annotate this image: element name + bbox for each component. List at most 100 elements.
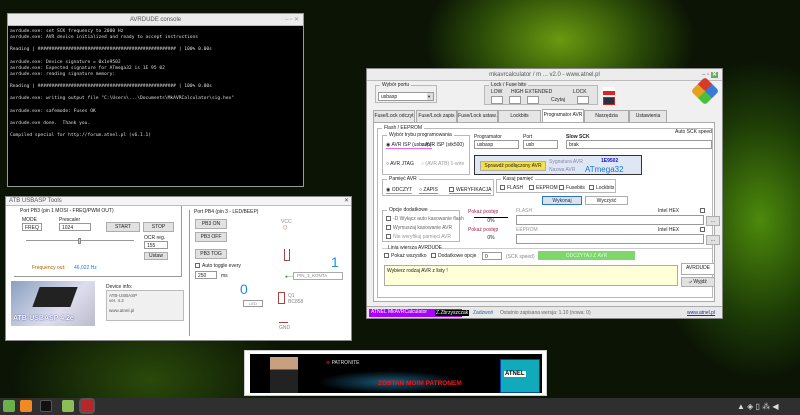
flash-browse-button[interactable]: ... [706, 216, 720, 226]
mode-radio-stk500[interactable]: ○ AVR ISP (stk500) [421, 142, 464, 148]
extra-opt-3[interactable]: Nie weryfikuj pamięci AVR [386, 234, 451, 240]
fuse-ext-input[interactable] [527, 96, 539, 104]
extra-opt-2[interactable]: Wymuszaj kasowanie AVR [386, 225, 452, 231]
auto-toggle-check[interactable]: Auto toggle every [195, 263, 241, 269]
tab-0[interactable]: Fuse/Lock odczyt [373, 110, 415, 122]
avrdude-console-window: AVRDUDE console – ▫ ✕ avrdude.exe: set S… [7, 13, 304, 187]
console-title: AVRDUDE console [129, 17, 182, 23]
read-avr-button[interactable]: ODCZYTAJ Z AVR [538, 251, 635, 260]
transistor-icon [278, 292, 285, 304]
detect-avr-button[interactable]: Sprawdź podłączony AVR [480, 161, 546, 171]
start-button[interactable]: START [106, 222, 140, 232]
auto-sck-checkbox[interactable]: Auto SCK speed [675, 129, 712, 135]
status-link[interactable]: Zadzwoń [473, 310, 493, 316]
main-titlebar[interactable]: mkavrcalculator / m ... v2.0 - www.atnel… [367, 69, 722, 81]
exit-button[interactable]: ⤶ Wyjdź [681, 277, 715, 287]
flash-progress: 0% [474, 217, 508, 224]
memory-group: Pamięć AVR ◉ ODCZYT ○ ZAPIS WERYFIKACJA [382, 176, 494, 196]
patronite-banner[interactable]: ⊛ PATRONITE ZOSTAŃ MOIM PATRONEM ATNEL [244, 350, 547, 396]
tab-1[interactable]: Fuse/Lock zapis [416, 110, 457, 122]
programmer-select[interactable]: usbasp [474, 140, 519, 149]
avrdude-button[interactable]: AVRDUDE [681, 263, 715, 275]
firefox-icon[interactable] [20, 400, 32, 412]
app-icon[interactable] [79, 398, 95, 414]
eeprom-file-input[interactable] [516, 234, 704, 244]
site-link[interactable]: www.atnel.pl [687, 310, 715, 316]
status-bar: ATNEL MkAVRCalculator Z.Zbrzyszczak Zadz… [367, 306, 722, 318]
tab-4[interactable]: Programator AVR [542, 109, 584, 122]
erase-eeprom-check[interactable]: EEPROM [529, 185, 558, 191]
mode-group: Wybór trybu programowania ◉ AVR ISP (usb… [382, 132, 470, 175]
erase-fuse-check[interactable]: Fusebits [559, 185, 585, 191]
auto-interval-input[interactable]: 250 [195, 271, 217, 279]
mode-radio-1wire[interactable]: ○ (AVR ATB) 1-wire [421, 161, 464, 167]
polish-flag-icon[interactable] [603, 87, 615, 95]
port-select[interactable]: usbasp ▼ [378, 92, 434, 101]
eeprom-progress: 0% [487, 235, 495, 241]
mint-menu-icon[interactable] [3, 400, 15, 412]
state-zero: 0 [240, 281, 248, 297]
memory-read-radio[interactable]: ◉ ODCZYT [386, 187, 413, 194]
pb-off-button[interactable]: PB3 OFF [195, 232, 227, 242]
ocr-input[interactable]: 155 [144, 241, 168, 249]
tab-5[interactable]: Narzędzia [584, 110, 629, 122]
usbasp-device-image: ATB-USBASP 4.2e [11, 281, 95, 326]
mkavrcalculator-window: mkavrcalculator / m ... v2.0 - www.atnel… [366, 68, 723, 319]
uk-flag-icon[interactable] [603, 97, 615, 105]
port-sel[interactable]: usb [523, 140, 558, 149]
close-icon[interactable]: ✕ [344, 197, 349, 206]
tab-3[interactable]: Lockbits [498, 110, 541, 122]
eeprom-hex-check[interactable]: Intel HEX [658, 227, 679, 233]
tab-panel: Flash / EEPROM Wybór trybu programowania… [373, 122, 720, 302]
usbasp-tools-window: ATB USBASP Tools ✕ Port PB3 (pin 1 MOSI -… [5, 196, 352, 341]
vcc-symbol-icon: ⬡ [283, 225, 288, 231]
tab-6[interactable]: Ustawienia [629, 110, 667, 122]
prog-group: Flash / EEPROM Wybór trybu programowania… [377, 125, 720, 298]
terminal-icon[interactable] [40, 400, 52, 412]
memory-write-radio[interactable]: ○ ZAPIS [419, 187, 438, 194]
extra-opt-1[interactable]: -D Wyłącz auto kasowanie flash [386, 216, 464, 222]
set-button[interactable]: Ustaw [144, 252, 168, 260]
main-title: mkavrcalculator / m ... v2.0 - www.atnel… [489, 72, 600, 78]
stop-button[interactable]: STOP [143, 222, 174, 232]
app-logo-icon [690, 76, 720, 106]
mode-radio-jtag[interactable]: ○ AVR JTAG [386, 161, 414, 167]
memory-verify-check[interactable]: WERYFIKACJA [449, 187, 492, 194]
device-info-box: ATB-USBASP ver. 4.2 www.atnel.pl [106, 290, 184, 321]
ocr-slider[interactable] [26, 238, 134, 244]
tray-icons[interactable]: ▲ ◈ ▯ ⁂ ◀ [737, 402, 779, 411]
taskbar: ▲ ◈ ▯ ⁂ ◀ [0, 398, 800, 415]
pb-on-button[interactable]: PB3 ON [195, 219, 227, 229]
fuse-group: Lock / Fuse bits LOW HIGH EXTENDED LOCK Czy… [484, 82, 598, 105]
prescaler-select[interactable]: 1024 [59, 223, 91, 231]
extra-options-group: Opcje dodatkowe -D Wyłącz auto kasowanie… [382, 207, 464, 242]
mode-select[interactable]: FREQ [22, 223, 42, 231]
pb-toggle-button[interactable]: PB3 TOG [195, 249, 227, 259]
erase-lock-check[interactable]: Lockbits [589, 185, 614, 191]
eeprom-browse-button[interactable]: ... [706, 235, 720, 245]
fuse-high-input[interactable] [509, 96, 521, 104]
person-image [270, 357, 298, 393]
message-box: Wybierz rodzaj AVR z listy ! [384, 265, 678, 286]
sck-select[interactable]: brak [566, 140, 712, 149]
window-controls-icon[interactable]: – ▫ ✕ [285, 14, 299, 26]
port-group: Wybór portu usbasp ▼ [375, 82, 437, 103]
clear-button[interactable]: Wyczyść [585, 196, 628, 205]
files-icon[interactable] [62, 400, 74, 412]
state-one: 1 [331, 254, 339, 270]
erase-group: Kasuj pamięć FLASH EEPROM Fusebits Lockb… [496, 176, 616, 193]
verbose-check[interactable]: Pokaż wszystko [384, 253, 427, 259]
erase-flash-check[interactable]: FLASH [500, 185, 523, 191]
console-output: avrdude.exe: set SCK frequency to 2000 H… [8, 26, 303, 142]
execute-button[interactable]: Wykonaj [542, 196, 582, 205]
speed-input[interactable]: 0 [482, 252, 502, 260]
fuse-low-input[interactable] [491, 96, 503, 104]
arrow-icon: ●— [285, 274, 294, 280]
extra-cmd-check[interactable]: Dodatkowe opcje [431, 253, 476, 259]
tab-2[interactable]: Fuse/Lock ustaw. [457, 110, 498, 122]
console-titlebar[interactable]: AVRDUDE console – ▫ ✕ [8, 14, 303, 26]
tool-titlebar[interactable]: ATB USBASP Tools ✕ [6, 197, 351, 206]
flash-hex-check[interactable]: Intel HEX [658, 208, 679, 214]
flash-file-input[interactable] [516, 215, 704, 225]
fuse-lock-input[interactable] [577, 96, 589, 104]
